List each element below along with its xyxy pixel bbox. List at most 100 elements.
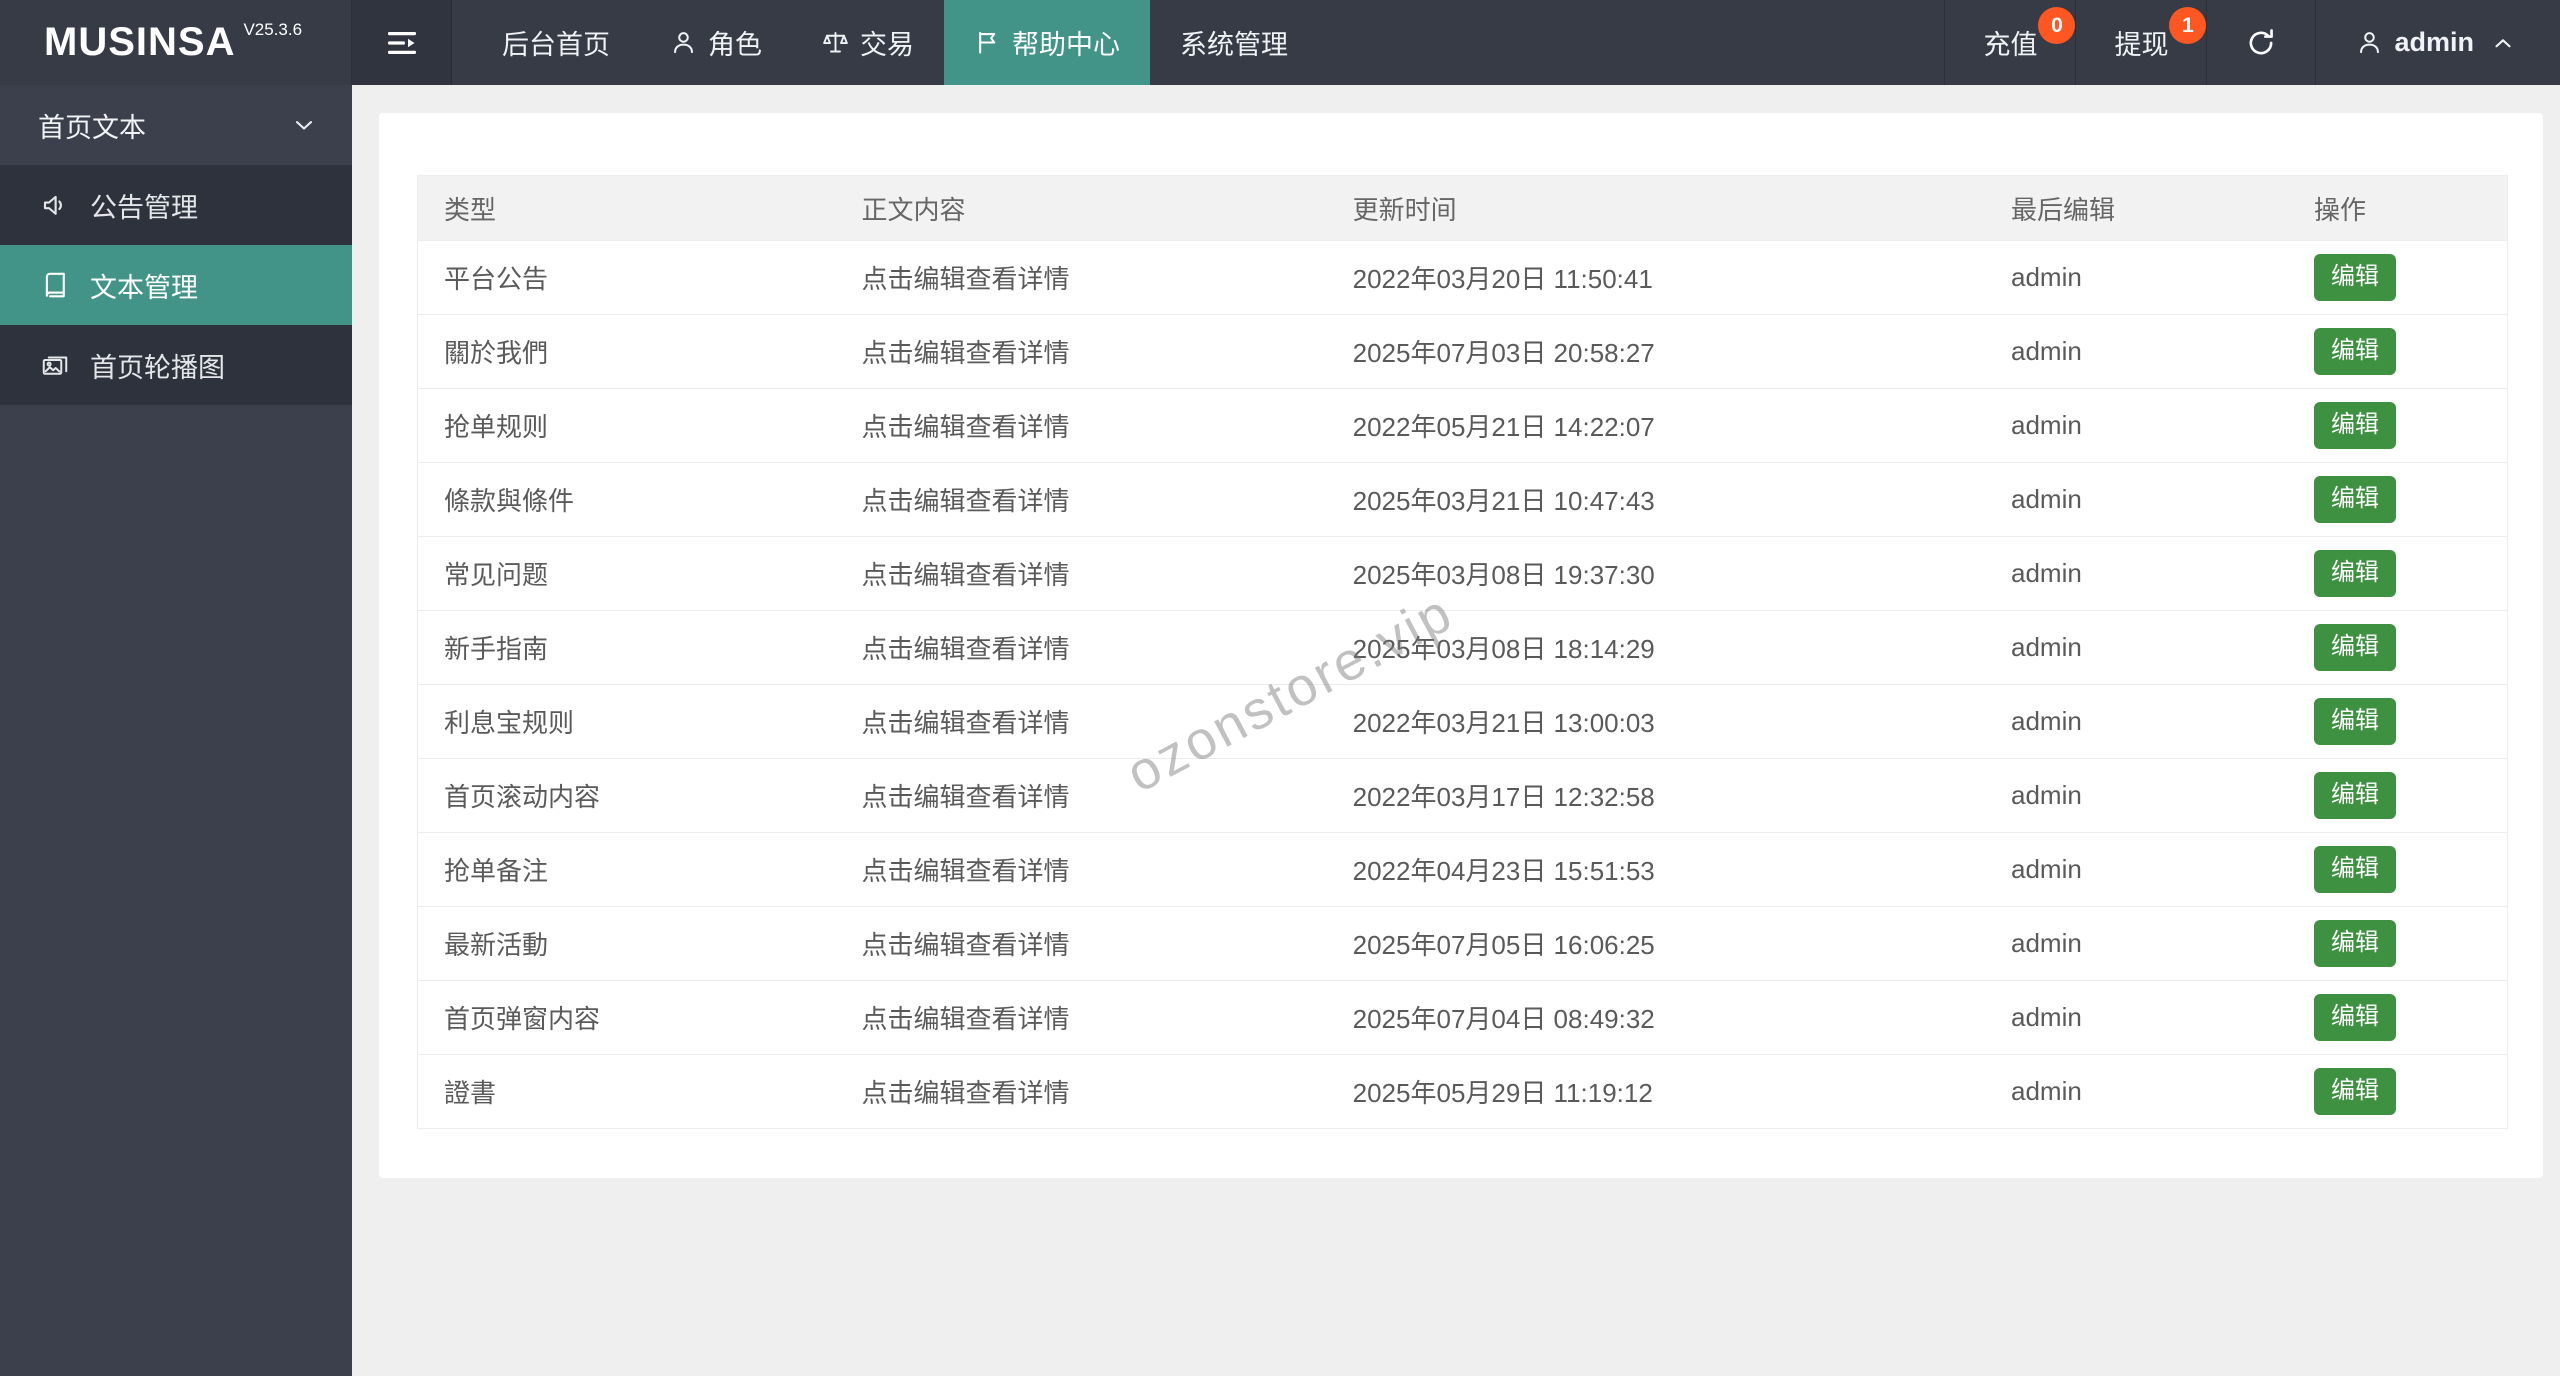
edit-button[interactable]: 编辑 <box>2314 698 2397 745</box>
refresh-icon <box>2245 27 2277 59</box>
cell-content: 点击编辑查看详情 <box>835 980 1327 1055</box>
cell-updated: 2022年05月21日 14:22:07 <box>1326 388 1985 463</box>
cell-content: 点击编辑查看详情 <box>835 536 1327 611</box>
sidebar-item-text-mgmt[interactable]: 文本管理 <box>0 245 352 325</box>
cell-editor: admin <box>1984 536 2289 611</box>
cell-updated: 2022年03月20日 11:50:41 <box>1326 240 1985 315</box>
table-row: 最新活動 点击编辑查看详情 2025年07月05日 16:06:25 admin… <box>417 906 2508 981</box>
cell-action: 编辑 <box>2288 906 2508 981</box>
cell-type: 平台公告 <box>417 240 836 315</box>
cell-action: 编辑 <box>2288 462 2508 537</box>
cell-type: 關於我們 <box>417 314 836 389</box>
table-header-row: 类型 正文内容 更新时间 最后编辑 操作 <box>417 175 2508 241</box>
edit-button[interactable]: 编辑 <box>2314 624 2397 671</box>
user-icon <box>2356 29 2383 56</box>
cell-action: 编辑 <box>2288 314 2508 389</box>
cell-updated: 2025年03月08日 19:37:30 <box>1326 536 1985 611</box>
table-row: 條款與條件 点击编辑查看详情 2025年03月21日 10:47:43 admi… <box>417 462 2508 537</box>
cell-updated: 2022年03月21日 13:00:03 <box>1326 684 1985 759</box>
nav-item-recharge[interactable]: 充值 0 <box>1944 0 2076 85</box>
table-row: 抢单规则 点击编辑查看详情 2022年05月21日 14:22:07 admin… <box>417 388 2508 463</box>
cell-editor: admin <box>1984 980 2289 1055</box>
cell-updated: 2022年03月17日 12:32:58 <box>1326 758 1985 833</box>
cell-type: 常见问题 <box>417 536 836 611</box>
cell-action: 编辑 <box>2288 684 2508 759</box>
navbar-actions: 充值 0 提现 1 admin <box>1944 0 2560 85</box>
sidebar-item-home-carousel[interactable]: 首页轮播图 <box>0 325 352 405</box>
cell-editor: admin <box>1984 240 2289 315</box>
nav-item-withdraw[interactable]: 提现 1 <box>2075 0 2207 85</box>
edit-button[interactable]: 编辑 <box>2314 328 2397 375</box>
header-action: 操作 <box>2288 175 2508 241</box>
withdraw-label: 提现 <box>2114 30 2169 60</box>
hamburger-icon <box>386 29 418 57</box>
cell-type: 條款與條件 <box>417 462 836 537</box>
edit-button[interactable]: 编辑 <box>2314 402 2397 449</box>
cell-editor: admin <box>1984 758 2289 833</box>
content-card: 类型 正文内容 更新时间 最后编辑 操作 平台公告 点击编辑查看详情 2022年… <box>379 113 2543 1178</box>
cell-updated: 2025年07月04日 08:49:32 <box>1326 980 1985 1055</box>
cell-updated: 2025年07月03日 20:58:27 <box>1326 314 1985 389</box>
cell-type: 利息宝规则 <box>417 684 836 759</box>
nav-item-label: 系统管理 <box>1180 30 1288 60</box>
nav-item-help-center[interactable]: 帮助中心 <box>944 0 1150 85</box>
cell-updated: 2025年05月29日 11:19:12 <box>1326 1054 1985 1129</box>
cell-updated: 2025年03月21日 10:47:43 <box>1326 462 1985 537</box>
table-row: 首页弹窗内容 点击编辑查看详情 2025年07月04日 08:49:32 adm… <box>417 980 2508 1055</box>
cell-type: 證書 <box>417 1054 836 1129</box>
cell-editor: admin <box>1984 684 2289 759</box>
cell-editor: admin <box>1984 906 2289 981</box>
edit-button[interactable]: 编辑 <box>2314 254 2397 301</box>
user-menu[interactable]: admin <box>2315 0 2560 85</box>
username-label: admin <box>2394 27 2474 57</box>
table-row: 平台公告 点击编辑查看详情 2022年03月20日 11:50:41 admin… <box>417 240 2508 315</box>
cell-updated: 2025年03月08日 18:14:29 <box>1326 610 1985 685</box>
edit-button[interactable]: 编辑 <box>2314 550 2397 597</box>
cell-type: 抢单备注 <box>417 832 836 907</box>
cell-content: 点击编辑查看详情 <box>835 462 1327 537</box>
header-type: 类型 <box>417 175 836 241</box>
cell-editor: admin <box>1984 832 2289 907</box>
cell-action: 编辑 <box>2288 536 2508 611</box>
header-content: 正文内容 <box>835 175 1327 241</box>
header-updated: 更新时间 <box>1326 175 1985 241</box>
cell-type: 新手指南 <box>417 610 836 685</box>
edit-button[interactable]: 编辑 <box>2314 1068 2397 1115</box>
cell-content: 点击编辑查看详情 <box>835 610 1327 685</box>
table-row: 證書 点击编辑查看详情 2025年05月29日 11:19:12 admin 编… <box>417 1054 2508 1129</box>
nav-item-label: 角色 <box>708 30 762 60</box>
refresh-button[interactable] <box>2206 0 2315 85</box>
chevron-up-icon <box>2490 30 2516 56</box>
recharge-label: 充值 <box>1983 30 2038 60</box>
cell-action: 编辑 <box>2288 388 2508 463</box>
flag-icon <box>974 29 1001 56</box>
nav-item-dashboard[interactable]: 后台首页 <box>472 0 640 85</box>
edit-button[interactable]: 编辑 <box>2314 772 2397 819</box>
chevron-down-icon <box>290 111 318 139</box>
sidebar-item-announcement-mgmt[interactable]: 公告管理 <box>0 165 352 245</box>
edit-button[interactable]: 编辑 <box>2314 846 2397 893</box>
cell-type: 首页滚动内容 <box>417 758 836 833</box>
edit-button[interactable]: 编辑 <box>2314 476 2397 523</box>
sidebar-group-home-text[interactable]: 首页文本 <box>0 85 352 165</box>
nav-item-roles[interactable]: 角色 <box>640 0 792 85</box>
nav-item-label: 帮助中心 <box>1012 30 1120 60</box>
sidebar: 首页文本 公告管理 文本管理 首页轮播图 <box>0 85 352 1376</box>
cell-action: 编辑 <box>2288 240 2508 315</box>
sidebar-item-label: 文本管理 <box>90 272 198 303</box>
cell-content: 点击编辑查看详情 <box>835 758 1327 833</box>
edit-button[interactable]: 编辑 <box>2314 994 2397 1041</box>
book-icon <box>40 270 70 300</box>
sidebar-toggle-button[interactable] <box>352 0 452 85</box>
cell-editor: admin <box>1984 388 2289 463</box>
table-row: 關於我們 点击编辑查看详情 2025年07月03日 20:58:27 admin… <box>417 314 2508 389</box>
nav-item-system[interactable]: 系统管理 <box>1150 0 1318 85</box>
edit-button[interactable]: 编辑 <box>2314 920 2397 967</box>
sidebar-item-label: 公告管理 <box>90 192 198 223</box>
nav-item-trade[interactable]: 交易 <box>792 0 944 85</box>
navbar-spacer <box>1318 0 1944 85</box>
sidebar-item-label: 首页轮播图 <box>90 352 225 383</box>
table-row: 利息宝规则 点击编辑查看详情 2022年03月21日 13:00:03 admi… <box>417 684 2508 759</box>
app-logo-text: MUSINSA <box>44 20 236 64</box>
header-editor: 最后编辑 <box>1984 175 2289 241</box>
